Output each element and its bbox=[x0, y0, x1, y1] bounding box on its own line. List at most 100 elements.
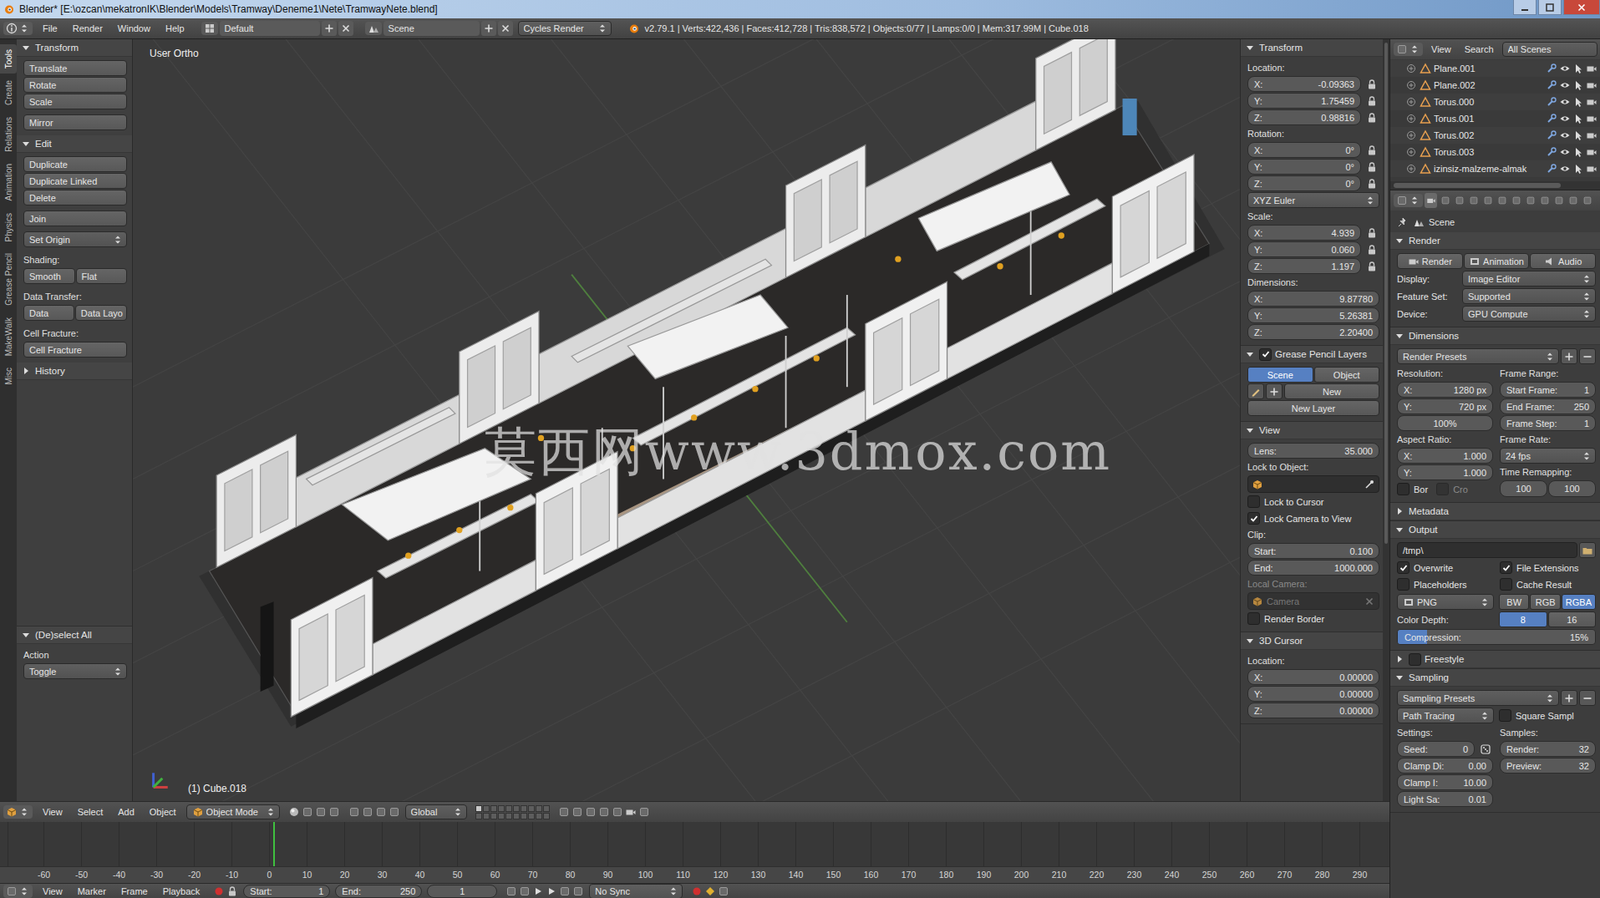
tool-tab[interactable]: MakeWalk bbox=[0, 312, 17, 361]
tool-button[interactable]: Rotate bbox=[23, 76, 127, 93]
color-mode-button[interactable]: RGBA bbox=[1561, 594, 1596, 610]
menu-item[interactable]: File bbox=[37, 23, 63, 34]
close-button[interactable] bbox=[1563, 0, 1600, 16]
menu-item[interactable]: Frame bbox=[116, 886, 153, 897]
properties-tab[interactable] bbox=[1538, 193, 1551, 209]
number-field[interactable]: X:9.87780 bbox=[1247, 290, 1380, 307]
scene-selector[interactable] bbox=[365, 21, 382, 36]
color-mode-button[interactable]: RGB bbox=[1529, 594, 1560, 610]
number-field[interactable]: Lens:35.000 bbox=[1247, 442, 1380, 459]
number-field[interactable]: 100 bbox=[1548, 480, 1596, 498]
number-field[interactable]: Preview:32 bbox=[1499, 757, 1596, 774]
properties-tab[interactable] bbox=[1495, 193, 1509, 209]
properties-tab[interactable] bbox=[1523, 193, 1537, 209]
menu-item[interactable]: Window bbox=[112, 23, 156, 34]
render-button[interactable]: Audio bbox=[1529, 253, 1596, 270]
render-engine-dropdown[interactable]: Cycles Render bbox=[518, 20, 612, 36]
layout-field[interactable]: Default bbox=[219, 20, 320, 36]
number-field[interactable]: Y:0.060 bbox=[1247, 241, 1362, 258]
checkbox[interactable] bbox=[1396, 561, 1410, 574]
number-field[interactable]: 100 bbox=[1499, 480, 1548, 498]
scene-field[interactable]: Scene bbox=[383, 20, 480, 36]
new-button[interactable]: New bbox=[1284, 383, 1380, 400]
lock-toggle[interactable] bbox=[1364, 159, 1380, 175]
number-field[interactable]: Light Sa:0.01 bbox=[1396, 791, 1494, 808]
color-depth-button[interactable]: 16 bbox=[1548, 611, 1597, 628]
menu-item[interactable]: Object bbox=[144, 807, 182, 818]
number-field[interactable]: Z:1.197 bbox=[1247, 258, 1362, 275]
object-picker[interactable]: Camera bbox=[1247, 592, 1380, 610]
panel-header[interactable]: Freestyle bbox=[1390, 650, 1600, 669]
sync-dropdown[interactable]: No Sync bbox=[589, 883, 683, 898]
lock-toggle[interactable] bbox=[1364, 93, 1380, 109]
checkbox-row[interactable]: Cache Result bbox=[1499, 576, 1596, 593]
properties-tab[interactable] bbox=[1438, 193, 1452, 209]
properties-tab[interactable] bbox=[1481, 193, 1494, 209]
lock-toggle[interactable] bbox=[1364, 76, 1380, 92]
panel-header[interactable]: Grease Pencil Layers bbox=[1240, 345, 1383, 364]
delete-scene-button[interactable] bbox=[497, 20, 514, 36]
frame-ruler[interactable]: -60-50-40-30-20-100102030405060708090100… bbox=[0, 866, 1390, 884]
number-field[interactable]: Clamp I:10.00 bbox=[1396, 774, 1494, 791]
orientation-dropdown[interactable]: Global bbox=[405, 804, 468, 820]
preset-menu[interactable]: Render Presets bbox=[1396, 348, 1560, 365]
layer-grid[interactable] bbox=[475, 805, 550, 820]
number-field[interactable]: X:4.939 bbox=[1247, 224, 1362, 241]
outliner-item[interactable]: Plane.002 bbox=[1390, 76, 1600, 94]
tool-button[interactable]: Data Layo bbox=[75, 304, 127, 321]
menu-item[interactable]: View bbox=[37, 886, 68, 897]
dropdown[interactable]: Toggle bbox=[23, 663, 127, 680]
add-layout-button[interactable] bbox=[321, 20, 337, 36]
file-format-dropdown[interactable]: PNG bbox=[1396, 594, 1494, 610]
number-field[interactable]: Z:0° bbox=[1247, 175, 1362, 192]
number-field[interactable]: Frame Step:1 bbox=[1499, 415, 1596, 432]
checkbox[interactable] bbox=[1396, 578, 1410, 591]
number-field[interactable]: X:1.000 bbox=[1396, 447, 1494, 464]
timeline[interactable]: -60-50-40-30-20-100102030405060708090100… bbox=[0, 822, 1390, 884]
checkbox[interactable] bbox=[1247, 512, 1260, 525]
editor-type-button[interactable] bbox=[3, 884, 33, 898]
number-field[interactable]: Start Frame:1 bbox=[1499, 381, 1596, 398]
editor-type-button[interactable] bbox=[3, 21, 33, 36]
checkbox[interactable] bbox=[1499, 578, 1513, 591]
end-frame-field[interactable]: End:250 bbox=[335, 884, 422, 898]
panel-header[interactable]: Output bbox=[1390, 521, 1600, 539]
panel-header[interactable]: Transform bbox=[16, 39, 133, 57]
number-field[interactable]: End:1000.000 bbox=[1247, 559, 1380, 576]
number-field[interactable]: X:-0.09363 bbox=[1247, 76, 1362, 92]
panel-header[interactable]: 3D Cursor bbox=[1240, 632, 1383, 651]
checkbox-row[interactable]: Overwrite bbox=[1396, 559, 1494, 576]
add-preset-button[interactable] bbox=[1560, 690, 1578, 707]
lock-toggle[interactable] bbox=[1364, 176, 1380, 192]
panel-header[interactable]: Sampling bbox=[1390, 669, 1600, 687]
checkbox[interactable] bbox=[1259, 348, 1272, 361]
checkbox[interactable] bbox=[1436, 482, 1449, 496]
number-field[interactable]: X:0° bbox=[1247, 142, 1362, 158]
checkbox[interactable] bbox=[1498, 709, 1512, 722]
panel-header[interactable]: View bbox=[1240, 421, 1383, 440]
number-field[interactable]: Start:0.100 bbox=[1247, 543, 1380, 559]
3d-viewport[interactable]: User Ortho 莫西网www.3dmox.com (1) Cube.018 bbox=[132, 39, 1240, 802]
tool-button[interactable]: Flat bbox=[76, 268, 128, 285]
checkbox-row[interactable]: File Extensions bbox=[1499, 559, 1596, 576]
number-field[interactable]: X:0.00000 bbox=[1247, 669, 1380, 686]
editor-type-button[interactable] bbox=[3, 805, 33, 819]
tool-button[interactable]: Duplicate bbox=[23, 156, 127, 173]
display-mode-dropdown[interactable]: All Scenes bbox=[1502, 41, 1598, 57]
panel-header[interactable]: Edit bbox=[16, 135, 133, 153]
color-depth-button[interactable]: 8 bbox=[1498, 611, 1548, 628]
tool-button[interactable]: Smooth bbox=[23, 268, 76, 285]
menu-item[interactable]: Add bbox=[112, 807, 140, 818]
render-button[interactable]: Render bbox=[1396, 253, 1463, 270]
tool-tab[interactable]: Animation bbox=[0, 158, 17, 206]
properties-tab[interactable] bbox=[1467, 193, 1480, 209]
dropdown[interactable]: XYZ Euler bbox=[1247, 192, 1380, 209]
menu-item[interactable]: Marker bbox=[72, 886, 112, 897]
playhead[interactable] bbox=[273, 822, 275, 867]
output-path-field[interactable]: /tmp\ bbox=[1396, 542, 1578, 559]
number-field[interactable]: Z:2.20400 bbox=[1247, 324, 1380, 341]
dropdown[interactable]: Set Origin bbox=[23, 231, 127, 248]
add-scene-button[interactable] bbox=[481, 20, 497, 36]
properties-tab[interactable] bbox=[1452, 193, 1466, 209]
button[interactable]: New Layer bbox=[1247, 400, 1380, 417]
